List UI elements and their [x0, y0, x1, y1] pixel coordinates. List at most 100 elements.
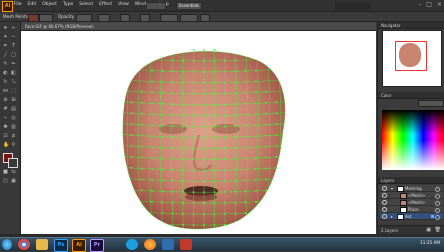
mesh-point[interactable] [151, 146, 153, 148]
rectangle-tool-icon[interactable]: □ [11, 53, 16, 58]
mesh-point[interactable] [151, 179, 153, 181]
mesh-point[interactable] [223, 136, 226, 139]
mesh-point[interactable] [265, 189, 267, 192]
mesh-point[interactable] [161, 201, 164, 204]
mesh-point[interactable] [234, 92, 236, 95]
mesh-point[interactable] [203, 60, 205, 62]
mesh-point[interactable] [234, 180, 236, 182]
menu-type[interactable]: Type [63, 2, 73, 7]
mesh-point[interactable] [234, 212, 236, 215]
mesh-point[interactable] [192, 158, 195, 161]
mesh-point[interactable] [161, 168, 164, 171]
blob-brush-tool-icon[interactable]: ◐ [3, 71, 8, 76]
mesh-point[interactable] [265, 167, 267, 170]
blend-tool-icon[interactable]: ◎ [11, 116, 16, 121]
explorer-icon[interactable] [36, 239, 48, 250]
mesh-point[interactable] [203, 169, 205, 172]
artboard-tool-icon[interactable]: ⊡ [3, 134, 8, 139]
symbol-sprayer-tool-icon[interactable]: ✺ [3, 125, 8, 130]
mesh-point[interactable] [161, 124, 164, 127]
close-icon[interactable]: × [437, 1, 442, 8]
expand-triangle-icon[interactable]: ▸ [391, 214, 393, 219]
screen-mode-icon[interactable]: ▣ [11, 179, 16, 184]
mesh-point[interactable] [161, 157, 164, 160]
expand-triangle-icon[interactable]: ▾ [391, 186, 393, 191]
mesh-point[interactable] [255, 113, 257, 116]
mesh-point[interactable] [223, 81, 226, 84]
mesh-point[interactable] [265, 156, 267, 159]
mesh-point[interactable] [182, 125, 184, 128]
mesh-point[interactable] [223, 191, 226, 193]
mesh-point[interactable] [234, 190, 236, 193]
mesh-point[interactable] [244, 92, 247, 94]
mesh-point[interactable] [265, 134, 267, 137]
mesh-point[interactable] [151, 124, 153, 127]
mesh-point[interactable] [130, 123, 133, 125]
layer-row[interactable]: Place [380, 206, 443, 213]
mesh-point[interactable] [182, 169, 184, 171]
menu-select[interactable]: Select [79, 2, 93, 7]
mesh-point[interactable] [130, 134, 133, 136]
mesh-point[interactable] [234, 125, 236, 127]
mesh-point[interactable] [244, 114, 247, 116]
fill-swatch[interactable] [28, 13, 39, 22]
mesh-point[interactable] [192, 213, 195, 215]
mesh-point[interactable] [265, 145, 267, 148]
slice-tool-icon[interactable]: ⧄ [11, 134, 16, 139]
mesh-point[interactable] [213, 125, 216, 128]
target-circle-icon[interactable] [435, 193, 440, 199]
opacity-field[interactable] [76, 13, 92, 22]
mesh-point[interactable] [151, 113, 153, 116]
system-clock[interactable]: 11:25 AM [420, 240, 440, 245]
mesh-point[interactable] [151, 69, 153, 72]
paint-icon[interactable] [180, 239, 192, 250]
mesh-point[interactable] [182, 191, 184, 193]
mesh-point[interactable] [255, 69, 257, 72]
mesh-point[interactable] [213, 103, 216, 106]
layers-panel-header[interactable]: Layers [378, 177, 444, 184]
mesh-point[interactable] [151, 80, 153, 83]
drawing-modes-icon[interactable]: ◰ [3, 179, 8, 184]
mesh-point[interactable] [130, 167, 133, 169]
eyedropper-tool-icon[interactable]: ⌁ [3, 116, 8, 121]
mesh-point[interactable] [244, 168, 247, 171]
firefox-icon[interactable] [144, 239, 156, 250]
line-tool-icon[interactable]: ╱ [3, 53, 8, 58]
mesh-point[interactable] [213, 60, 216, 62]
mesh-point[interactable] [275, 145, 278, 147]
mesh-point[interactable] [213, 92, 216, 95]
mesh-point[interactable] [203, 224, 205, 226]
mesh-point[interactable] [182, 180, 184, 182]
mesh-point[interactable] [141, 189, 143, 192]
mesh-point[interactable] [192, 147, 195, 150]
stroke-color-swatch[interactable] [8, 158, 18, 168]
menu-object[interactable]: Object [42, 2, 57, 7]
mesh-point[interactable] [275, 112, 278, 114]
mesh-point[interactable] [192, 71, 195, 73]
mesh-point[interactable] [244, 103, 247, 105]
mesh-point[interactable] [213, 49, 216, 51]
rotate-tool-icon[interactable]: ↻ [3, 80, 8, 85]
hand-tool-icon[interactable]: ✋ [3, 143, 9, 148]
mesh-point[interactable] [151, 190, 153, 192]
mesh-point[interactable] [203, 49, 205, 51]
mesh-point[interactable] [244, 190, 247, 193]
mesh-point[interactable] [244, 135, 247, 138]
pen-tool-icon[interactable]: ✒ [3, 44, 8, 49]
mesh-point[interactable] [130, 112, 133, 114]
mesh-point[interactable] [244, 201, 247, 204]
mesh-point[interactable] [192, 169, 195, 172]
mesh-point[interactable] [223, 114, 226, 117]
default-colors-icon[interactable]: ■ [3, 170, 8, 175]
mesh-point[interactable] [161, 212, 164, 214]
mesh-point[interactable] [172, 125, 174, 127]
mesh-point[interactable] [192, 202, 195, 204]
mesh-point[interactable] [213, 114, 216, 117]
mesh-point[interactable] [223, 169, 226, 171]
style-dropdown[interactable] [98, 13, 110, 22]
mesh-point[interactable] [275, 156, 278, 158]
graph-tool-icon[interactable]: ▥ [11, 125, 16, 130]
mesh-point[interactable] [172, 169, 174, 171]
mesh-point[interactable] [182, 136, 184, 139]
mesh-point[interactable] [141, 156, 143, 159]
